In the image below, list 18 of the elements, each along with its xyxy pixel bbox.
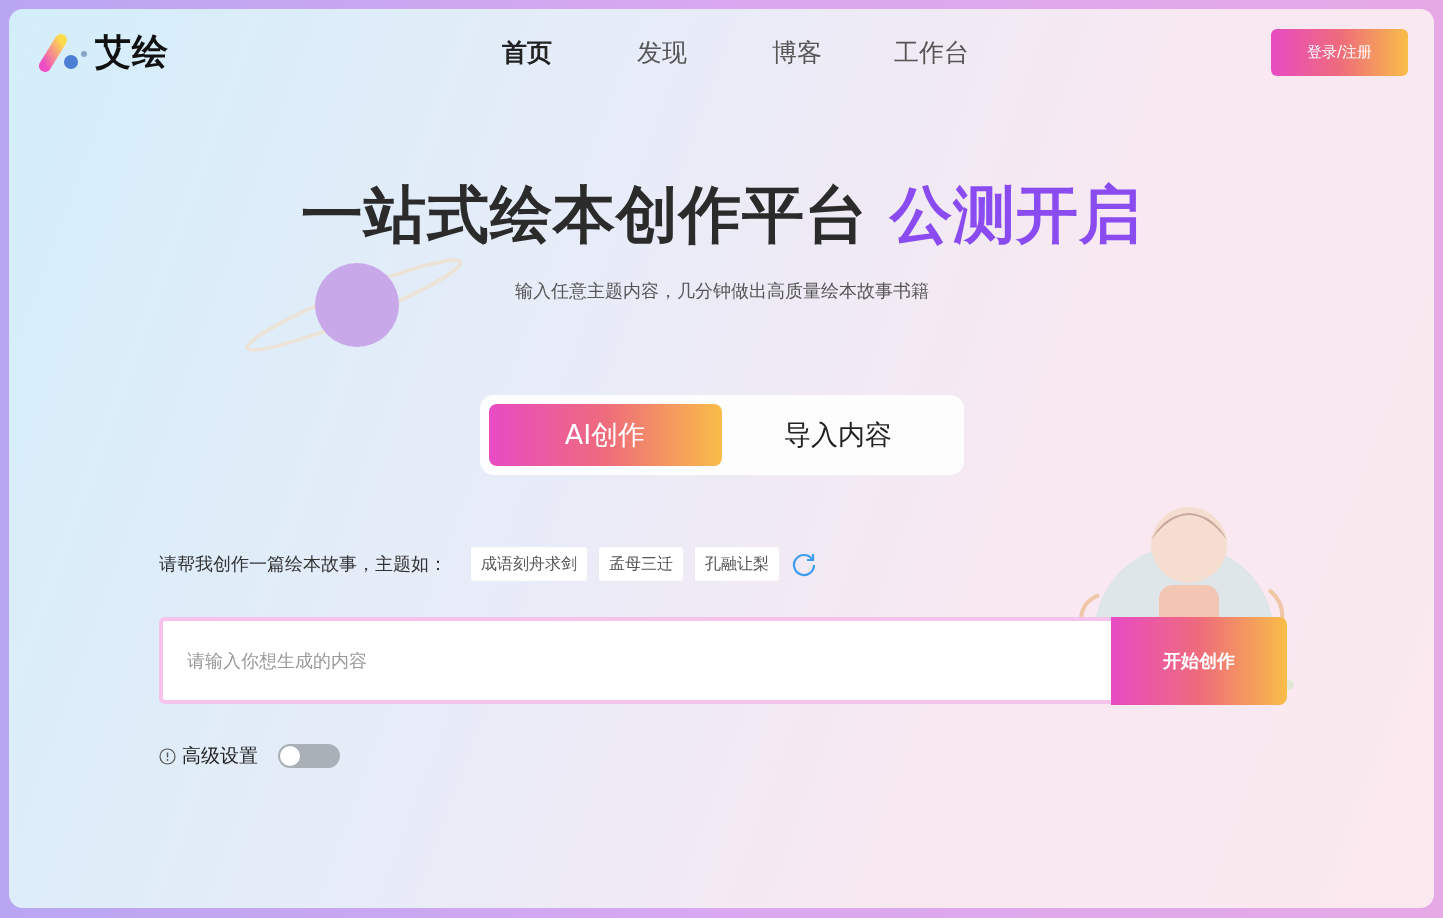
nav-link[interactable]: 工作台 [864, 35, 999, 69]
topic-chip[interactable]: 孔融让梨 [695, 547, 779, 581]
advanced-toggle[interactable] [278, 744, 340, 768]
nav-link[interactable]: 发现 [594, 35, 729, 69]
mode-tab[interactable]: 导入内容 [721, 404, 955, 466]
hero-subtitle: 输入任意主题内容，几分钟做出高质量绘本故事书籍 [514, 279, 929, 303]
nav-link[interactable]: 首页 [459, 35, 594, 69]
logo-text: 艾绘 [95, 29, 169, 74]
refresh-icon[interactable] [791, 551, 817, 577]
topic-chip[interactable]: 成语刻舟求剑 [471, 547, 587, 581]
prompt-label: 请帮我创作一篇绘本故事，主题如： [159, 552, 447, 576]
nav-link[interactable]: 博客 [729, 35, 864, 69]
advanced-label: 高级设置 [182, 743, 258, 768]
hero-highlight: 公测开启 [890, 178, 1143, 251]
info-icon [159, 747, 176, 765]
hero-title: 一站式绘本创作平台 [300, 178, 868, 251]
topic-chip[interactable]: 孟母三迁 [599, 547, 683, 581]
prompt-input[interactable]: 请输入你想生成的内容 [159, 617, 1111, 704]
